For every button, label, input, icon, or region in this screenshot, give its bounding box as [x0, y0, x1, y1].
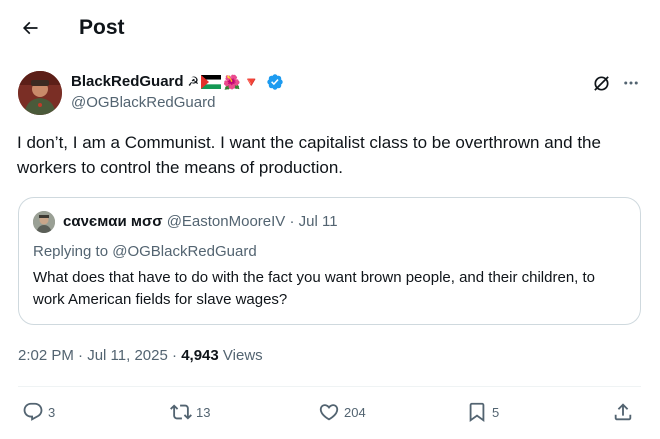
arrow-left-icon: [22, 21, 38, 35]
quoted-header: сανємαи мσσ @EastonMooreIV · Jul 11: [63, 212, 338, 232]
quoted-separator: ·: [289, 213, 295, 230]
divider: [18, 386, 641, 387]
author-display-name[interactable]: BlackRedGuard: [71, 72, 184, 92]
more-options-button[interactable]: [620, 72, 642, 94]
post-date[interactable]: Jul 11, 2025: [87, 347, 168, 364]
more-dots-icon: [624, 81, 638, 85]
quoted-replying-to: Replying to @OGBlackRedGuard: [33, 243, 257, 260]
avatar-image-icon: [18, 71, 62, 115]
grok-button[interactable]: [590, 72, 612, 94]
action-bar: 3 13 204 5: [0, 398, 660, 426]
hibiscus-icon: 🌺: [223, 73, 241, 90]
bookmark-count: 5: [492, 404, 500, 420]
author-handle[interactable]: @OGBlackRedGuard: [71, 93, 215, 113]
repost-icon: [170, 404, 192, 420]
back-button[interactable]: [16, 14, 44, 42]
avatar[interactable]: [18, 71, 62, 115]
share-icon: [614, 403, 632, 421]
quoted-handle: @EastonMooreIV: [166, 213, 286, 230]
post-time[interactable]: 2:02 PM: [18, 347, 74, 364]
meta-separator: ·: [78, 347, 84, 364]
like-count: 204: [344, 404, 366, 420]
repost-count: 13: [196, 404, 211, 420]
views-count: 4,943: [181, 347, 219, 364]
quoted-avatar-image-icon: [33, 211, 55, 233]
reply-count: 3: [48, 404, 56, 420]
post-meta: 2:02 PM · Jul 11, 2025 · 4,943 Views: [18, 346, 263, 366]
bookmark-button[interactable]: 5: [466, 398, 499, 426]
author-name-row: BlackRedGuard ☭ 🌺 🔻: [71, 71, 284, 92]
quoted-text: What does that have to do with the fact …: [33, 269, 596, 308]
quoted-display-name: сανємαи мσσ: [63, 213, 163, 230]
hammer-sickle-icon: ☭: [187, 73, 200, 89]
repost-button[interactable]: 13: [170, 398, 210, 426]
palestine-flag-icon: [201, 74, 222, 89]
quoted-date: Jul 11: [298, 213, 338, 230]
meta-separator-2: ·: [172, 347, 178, 364]
heart-icon: [319, 404, 339, 421]
red-triangle-icon: 🔻: [242, 73, 261, 90]
quoted-post[interactable]: сανємαи мσσ @EastonMooreIV · Jul 11 Repl…: [18, 197, 641, 325]
page-title: Post: [79, 16, 125, 39]
grok-icon: [593, 75, 609, 91]
views-label: Views: [222, 347, 263, 364]
bookmark-icon: [469, 402, 485, 423]
author-emojis: ☭ 🌺 🔻: [188, 73, 261, 91]
reply-icon: [23, 402, 43, 421]
post-text: I don’t, I am a Communist. I want the ca…: [17, 133, 601, 177]
quoted-avatar: [33, 211, 55, 233]
top-bar: Post: [0, 0, 660, 56]
share-button[interactable]: [612, 398, 634, 426]
reply-button[interactable]: 3: [22, 398, 55, 426]
verified-badge-icon: [266, 73, 284, 91]
like-button[interactable]: 204: [318, 398, 366, 426]
